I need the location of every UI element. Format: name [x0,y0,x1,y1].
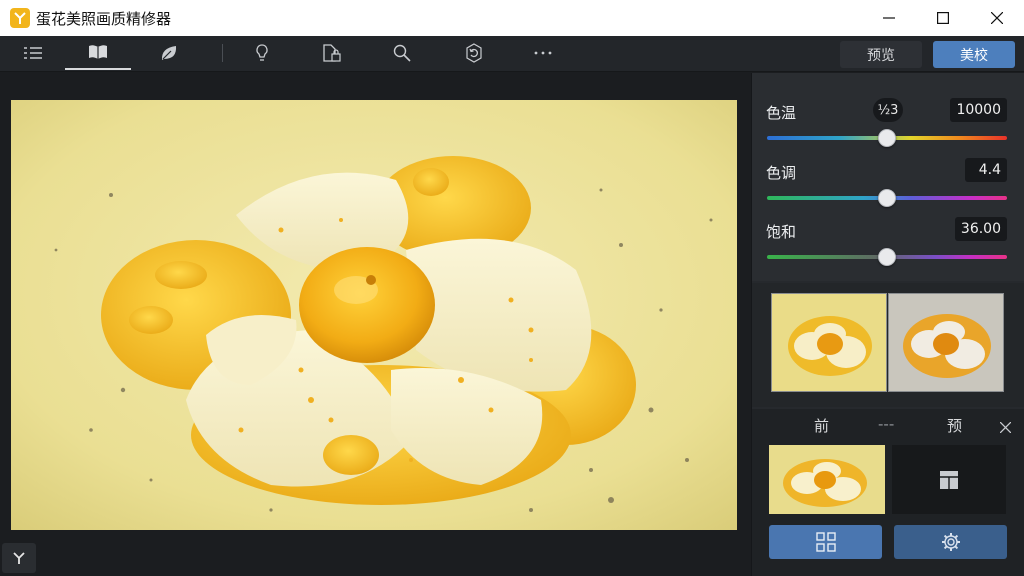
search-icon [393,44,411,62]
preview-thumb-after[interactable] [888,293,1004,392]
adjust-label: 饱和 [766,223,797,241]
tool-more[interactable] [510,36,576,70]
tool-book[interactable] [65,36,131,70]
tool-search[interactable] [369,36,435,70]
grid-view-button[interactable] [769,525,882,559]
adjust-chip[interactable]: ½3 [873,98,903,122]
canvas-area [0,73,750,576]
bottom-panel-header: 前 --- 预 [752,409,1024,439]
adjust-value[interactable]: 4.4 [965,158,1007,182]
before-label: 前 [814,417,830,435]
adjust-label: 色温 [766,104,797,122]
settings-button[interactable] [894,525,1007,559]
tool-list[interactable] [0,36,66,70]
list-icon [24,47,42,59]
adjustment-panel: 色温 ½3 10000 色调 4.4 饱和 36.00 前 --- 预 [751,73,1024,576]
preview-mode-button[interactable]: 预览 [840,41,922,68]
adjust-saturation: 饱和 36.00 [752,217,1024,281]
preview-label: 预 [947,417,963,435]
result-thumbnail[interactable] [769,445,885,514]
adjust-label: 色调 [766,164,797,182]
divider-label: --- [878,415,895,433]
toolbar: 预览 美校 [0,36,1024,72]
saturation-slider-thumb[interactable] [878,248,896,266]
logo-corner-button[interactable] [2,543,36,573]
logo-icon [13,552,25,564]
tool-file-lock[interactable] [299,36,365,70]
thumb-photo [769,445,885,514]
thumb-photo [889,294,1003,391]
refresh-icon [466,43,482,63]
tool-bulb[interactable] [229,36,295,70]
temperature-slider-thumb[interactable] [878,129,896,147]
close-icon [991,12,1003,24]
gear-icon [941,533,960,551]
file-lock-icon [323,44,341,62]
minimize-button[interactable] [862,0,916,36]
toolbar-divider [222,44,223,62]
app-logo-icon [10,8,30,28]
title-bar: 蛋花美照画质精修器 [0,0,1024,36]
close-window-button[interactable] [970,0,1024,36]
close-bottom-panel-button[interactable] [999,418,1012,437]
bulb-icon [256,44,268,61]
empty-slot[interactable] [892,445,1006,514]
adjust-value[interactable]: 10000 [950,98,1007,122]
window-title: 蛋花美照画质精修器 [36,9,172,28]
maximize-icon [937,12,949,24]
tool-leaf[interactable] [136,36,202,70]
book-icon [89,45,107,59]
leaf-icon [161,46,177,60]
main-photo[interactable] [11,100,737,530]
adjust-tint: 色调 4.4 [752,158,1024,222]
more-icon [534,51,552,55]
grid-icon [815,532,836,552]
minimize-icon [883,17,895,19]
compare-preview [752,283,1024,407]
close-icon [999,421,1012,434]
bottom-panel: 前 --- 预 [752,409,1024,576]
maximize-button[interactable] [916,0,970,36]
preview-thumb-before[interactable] [771,293,887,392]
tool-refresh[interactable] [441,36,507,70]
tint-slider-thumb[interactable] [878,189,896,207]
beauty-mode-button[interactable]: 美校 [933,41,1015,68]
egg-flower-photo [11,100,737,530]
thumb-photo [772,294,886,391]
adjustment-card: 色温 ½3 10000 色调 4.4 饱和 36.00 [752,73,1024,281]
adjust-temperature: 色温 ½3 10000 [752,98,1024,162]
adjust-value[interactable]: 36.00 [954,217,1007,241]
layout-icon [940,470,958,489]
